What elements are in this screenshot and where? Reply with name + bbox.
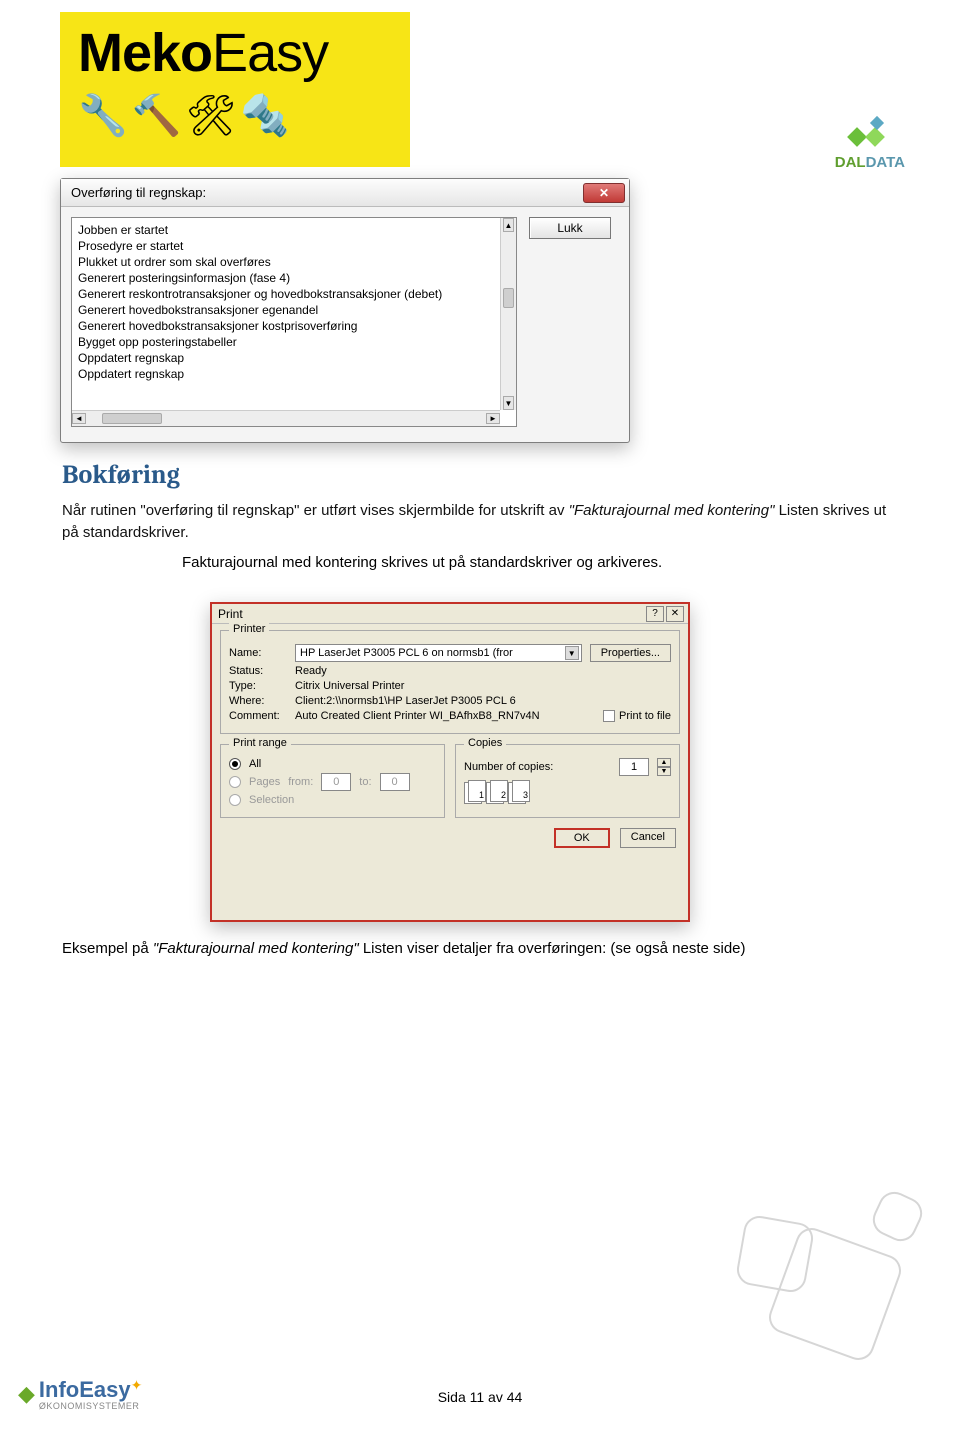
lukk-button[interactable]: Lukk — [529, 217, 611, 239]
log-line: Generert hovedbokstransaksjoner kostpris… — [78, 318, 510, 334]
range-selection-radio[interactable]: Selection — [229, 794, 436, 806]
log-line: Plukket ut ordrer som skal overføres — [78, 254, 510, 270]
transfer-dialog-titlebar: Overføring til regnskap: ✕ — [61, 179, 629, 207]
type-value: Citrix Universal Printer — [295, 680, 404, 692]
print-dialog-titlebar: Print ? ✕ — [212, 604, 688, 624]
num-copies-input[interactable]: 1 — [619, 758, 649, 776]
mekoeasy-wordmark: MekoEasy — [78, 22, 392, 84]
daldata-logo: DALDATA — [835, 120, 905, 171]
caption-text: Listen viser detaljer fra overføringen: … — [359, 940, 746, 957]
from-label: from: — [288, 776, 313, 788]
range-all-label: All — [249, 758, 261, 770]
scroll-handle[interactable] — [503, 288, 514, 308]
daldata-data: DATA — [866, 154, 905, 171]
page-number: Sida 11 av 44 — [0, 1389, 960, 1405]
paragraph: Fakturajournal med kontering skrives ut … — [182, 554, 898, 571]
scroll-down-icon[interactable]: ▼ — [503, 396, 514, 410]
from-input[interactable]: 0 — [321, 773, 351, 791]
range-pages-label: Pages — [249, 776, 280, 788]
properties-button[interactable]: Properties... — [590, 644, 671, 662]
cancel-button[interactable]: Cancel — [620, 828, 676, 848]
group-label: Copies — [464, 737, 506, 749]
collate-page-icon: 11 — [464, 782, 482, 804]
log-line: Jobben er startet — [78, 222, 510, 238]
checkbox-icon[interactable] — [603, 710, 615, 722]
comment-value: Auto Created Client Printer WI_BAfhxB8_R… — [295, 710, 595, 722]
status-value: Ready — [295, 665, 327, 677]
stepper-up-icon[interactable]: ▲ — [657, 758, 671, 767]
close-icon[interactable]: ✕ — [583, 183, 625, 203]
close-icon[interactable]: ✕ — [666, 606, 684, 622]
log-line: Generert posteringsinformasjon (fase 4) — [78, 270, 510, 286]
radio-icon[interactable] — [229, 776, 241, 788]
where-value: Client:2:\\normsb1\HP LaserJet P3005 PCL… — [295, 695, 516, 707]
log-line: Oppdatert regnskap — [78, 366, 510, 382]
document-content: Bokføring Når rutinen "overføring til re… — [62, 460, 898, 585]
meko-bold: Meko — [78, 23, 212, 83]
mekoeasy-logo: MekoEasy 🔧🔨🛠🔩 — [60, 12, 410, 167]
section-heading: Bokføring — [62, 460, 898, 490]
name-label: Name: — [229, 647, 287, 659]
mekoeasy-tools-icons: 🔧🔨🛠🔩 — [78, 92, 392, 139]
ok-button[interactable]: OK — [554, 828, 610, 848]
print-to-file-checkbox[interactable]: Print to file — [603, 710, 671, 722]
group-label: Print range — [229, 737, 291, 749]
decorative-shapes — [700, 1189, 920, 1369]
to-label: to: — [359, 776, 371, 788]
where-label: Where: — [229, 695, 287, 707]
caption-italic: "Fakturajournal med kontering" — [153, 940, 359, 957]
status-label: Status: — [229, 665, 287, 677]
scroll-handle[interactable] — [102, 413, 162, 424]
group-label: Printer — [229, 623, 269, 635]
daldata-wordmark: DALDATA — [835, 154, 905, 171]
num-copies-label: Number of copies: — [464, 761, 611, 773]
paragraph: Når rutinen "overføring til regnskap" er… — [62, 500, 898, 544]
printer-group: Printer Name: HP LaserJet P3005 PCL 6 on… — [220, 630, 680, 734]
copies-stepper[interactable]: ▲ ▼ — [657, 758, 671, 776]
log-line: Oppdatert regnskap — [78, 350, 510, 366]
transfer-log-inner: Jobben er startet Prosedyre er startet P… — [72, 218, 516, 386]
radio-icon[interactable] — [229, 758, 241, 770]
collate-page-icon: 22 — [486, 782, 504, 804]
scroll-left-icon[interactable]: ◄ — [72, 413, 86, 424]
log-line: Generert reskontrotransaksjoner og hoved… — [78, 286, 510, 302]
caption-text: Eksempel på — [62, 940, 153, 957]
type-label: Type: — [229, 680, 287, 692]
log-line: Prosedyre er startet — [78, 238, 510, 254]
collate-preview: 11 22 33 — [464, 782, 671, 804]
vertical-scrollbar[interactable]: ▲ ▼ — [500, 218, 516, 410]
to-input[interactable]: 0 — [380, 773, 410, 791]
para-italic: "Fakturajournal med kontering" — [569, 502, 775, 519]
log-line: Generert hovedbokstransaksjoner egenande… — [78, 302, 510, 318]
print-dialog: Print ? ✕ Printer Name: HP LaserJet P300… — [210, 602, 690, 922]
copies-group: Copies Number of copies: 1 ▲ ▼ 11 22 33 — [455, 744, 680, 818]
comment-label: Comment: — [229, 710, 287, 722]
daldata-cube-icon — [850, 120, 890, 150]
radio-icon[interactable] — [229, 794, 241, 806]
range-pages-radio[interactable]: Pages from: 0 to: 0 — [229, 773, 436, 791]
range-all-radio[interactable]: All — [229, 758, 436, 770]
collate-page-icon: 33 — [508, 782, 526, 804]
para-text: Når rutinen "overføring til regnskap" er… — [62, 502, 569, 519]
print-dialog-title: Print — [218, 607, 243, 621]
caption-below-print: Eksempel på "Fakturajournal med konterin… — [62, 940, 898, 957]
print-to-file-label: Print to file — [619, 710, 671, 722]
range-selection-label: Selection — [249, 794, 294, 806]
printer-name-combo[interactable]: HP LaserJet P3005 PCL 6 on normsb1 (fror… — [295, 644, 582, 662]
daldata-dal: DAL — [835, 154, 866, 171]
stepper-down-icon[interactable]: ▼ — [657, 767, 671, 776]
log-line: Bygget opp posteringstabeller — [78, 334, 510, 350]
transfer-dialog-title: Overføring til regnskap: — [71, 185, 206, 200]
transfer-log-list[interactable]: Jobben er startet Prosedyre er startet P… — [71, 217, 517, 427]
chevron-down-icon[interactable]: ▼ — [565, 646, 579, 660]
transfer-dialog: Overføring til regnskap: ✕ Jobben er sta… — [60, 178, 630, 443]
print-range-group: Print range All Pages from: 0 to: 0 Sele… — [220, 744, 445, 818]
help-icon[interactable]: ? — [646, 606, 664, 622]
scroll-right-icon[interactable]: ► — [486, 413, 500, 424]
meko-light: Easy — [212, 23, 328, 83]
horizontal-scrollbar[interactable]: ◄ ► — [72, 410, 500, 426]
printer-name-value: HP LaserJet P3005 PCL 6 on normsb1 (fror — [300, 647, 513, 659]
scroll-up-icon[interactable]: ▲ — [503, 218, 514, 232]
